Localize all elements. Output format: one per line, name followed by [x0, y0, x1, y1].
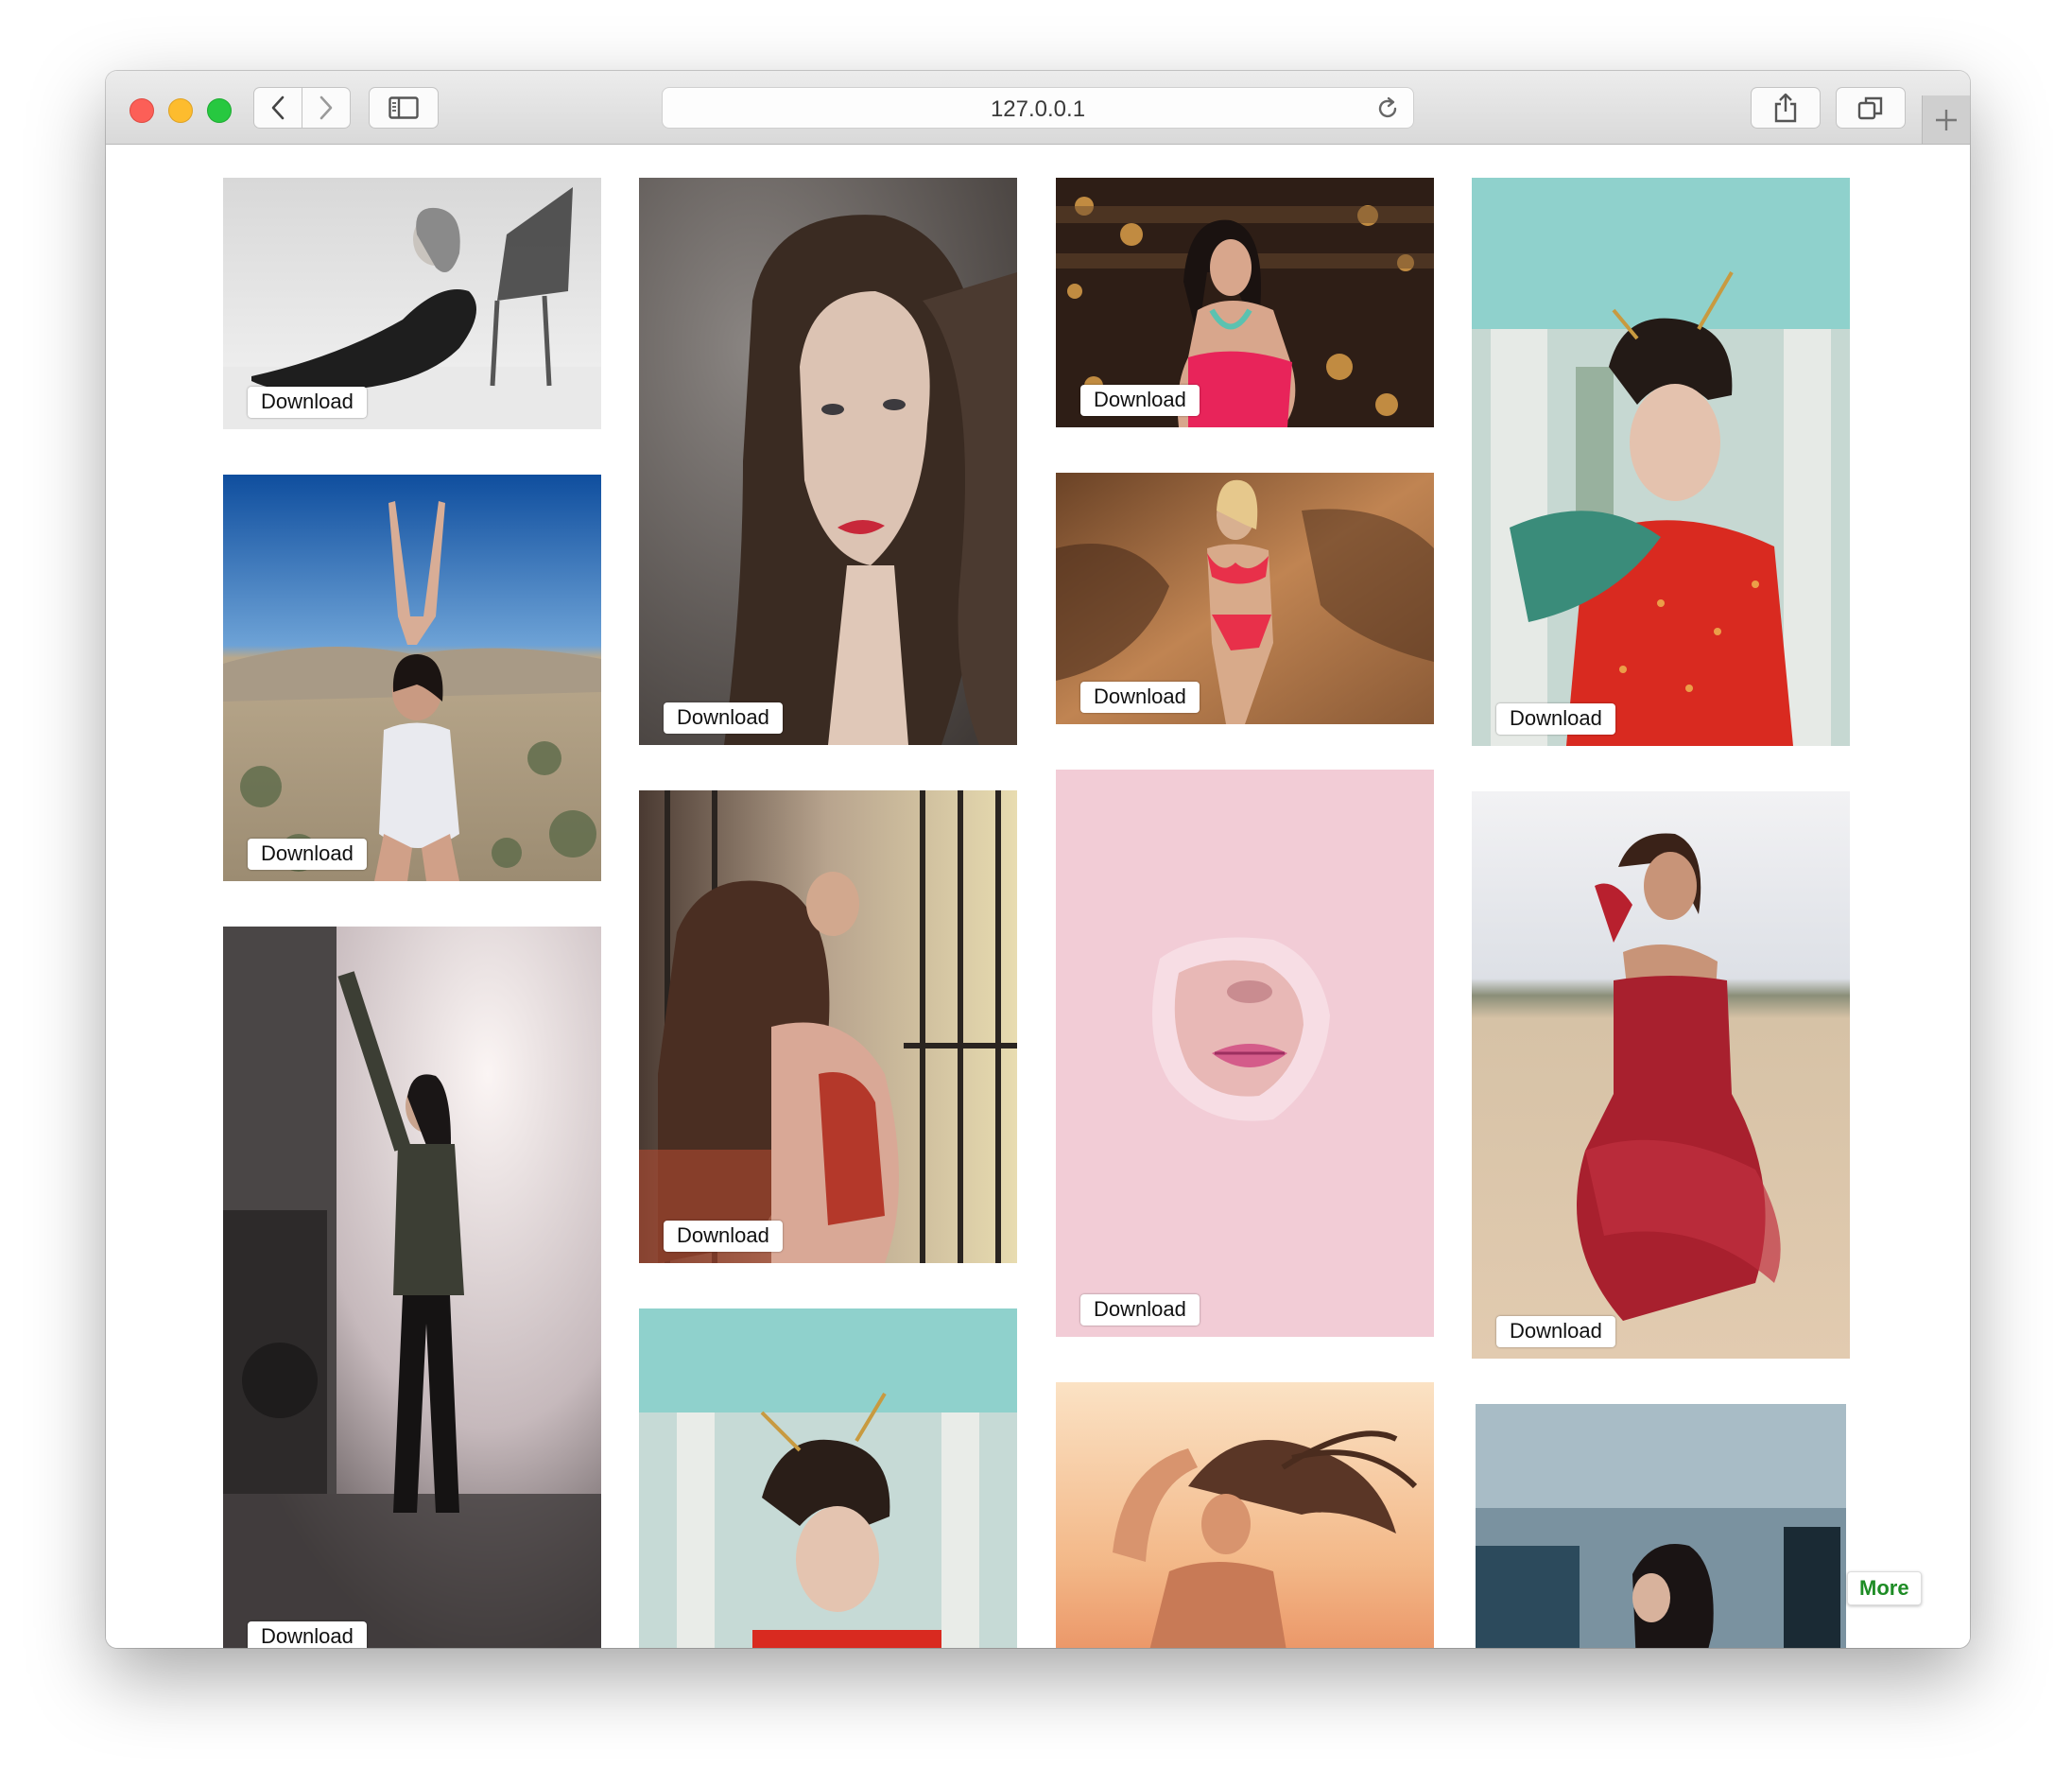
gallery-image[interactable]	[1056, 1382, 1434, 1648]
gallery-card[interactable]	[639, 1308, 1017, 1648]
gallery-card[interactable]: Download	[639, 790, 1017, 1263]
gallery-image[interactable]	[639, 790, 1017, 1263]
gallery-image[interactable]	[639, 1308, 1017, 1648]
address-text: 127.0.0.1	[990, 96, 1086, 122]
tabs-overview-button[interactable]	[1836, 87, 1906, 129]
download-button[interactable]: Download	[1080, 682, 1200, 713]
download-button[interactable]: Download	[248, 1621, 367, 1648]
download-button[interactable]: Download	[1080, 1294, 1200, 1326]
gallery-card[interactable]: Download	[223, 178, 601, 429]
gallery-image[interactable]	[639, 178, 1017, 745]
gallery-card[interactable]: Download	[1472, 178, 1850, 746]
gallery-image[interactable]	[1056, 770, 1434, 1337]
chevron-left-icon	[271, 95, 285, 120]
minimize-window-button[interactable]	[168, 98, 193, 123]
new-tab-button[interactable]	[1922, 95, 1970, 144]
browser-window: 127.0.0.1 Download Download Download Dow…	[106, 71, 1970, 1648]
gallery-image[interactable]	[223, 927, 601, 1648]
download-button[interactable]: Download	[1496, 703, 1615, 735]
sidebar-button[interactable]	[369, 87, 439, 129]
more-button[interactable]: More	[1847, 1571, 1922, 1605]
share-icon	[1774, 93, 1797, 123]
download-button[interactable]: Download	[248, 387, 367, 418]
gallery-card[interactable]: Download	[223, 927, 601, 1648]
gallery-image[interactable]	[1472, 178, 1850, 746]
gallery-card[interactable]	[1472, 1404, 1850, 1648]
download-button[interactable]: Download	[248, 839, 367, 870]
zoom-window-button[interactable]	[207, 98, 232, 123]
download-button[interactable]: Download	[1496, 1316, 1615, 1347]
gallery-card[interactable]: Download	[1056, 770, 1434, 1337]
reload-icon[interactable]	[1375, 96, 1400, 121]
gallery-image[interactable]	[223, 475, 601, 881]
plus-icon	[1936, 109, 1957, 130]
gallery-card[interactable]	[1056, 1382, 1434, 1648]
gallery-image[interactable]	[1472, 791, 1850, 1359]
download-button[interactable]: Download	[664, 1221, 783, 1252]
share-button[interactable]	[1751, 87, 1821, 129]
page-content: Download Download Download Download Down…	[106, 145, 1970, 1648]
gallery-card[interactable]: Download	[1056, 473, 1434, 724]
tabs-overview-icon	[1857, 96, 1883, 120]
gallery-card[interactable]: Download	[639, 178, 1017, 745]
sidebar-icon	[388, 96, 419, 119]
browser-toolbar: 127.0.0.1	[106, 71, 1970, 145]
download-button[interactable]: Download	[1080, 385, 1200, 416]
address-bar[interactable]: 127.0.0.1	[662, 87, 1414, 129]
close-window-button[interactable]	[130, 98, 154, 123]
gallery-card[interactable]: Download	[223, 475, 601, 881]
gallery-card[interactable]: Download	[1056, 178, 1434, 427]
forward-button[interactable]	[302, 87, 351, 129]
chevron-right-icon	[319, 95, 333, 120]
gallery-image[interactable]	[1472, 1404, 1850, 1648]
back-button[interactable]	[253, 87, 302, 129]
gallery-card[interactable]: Download	[1472, 791, 1850, 1359]
download-button[interactable]: Download	[664, 702, 783, 734]
